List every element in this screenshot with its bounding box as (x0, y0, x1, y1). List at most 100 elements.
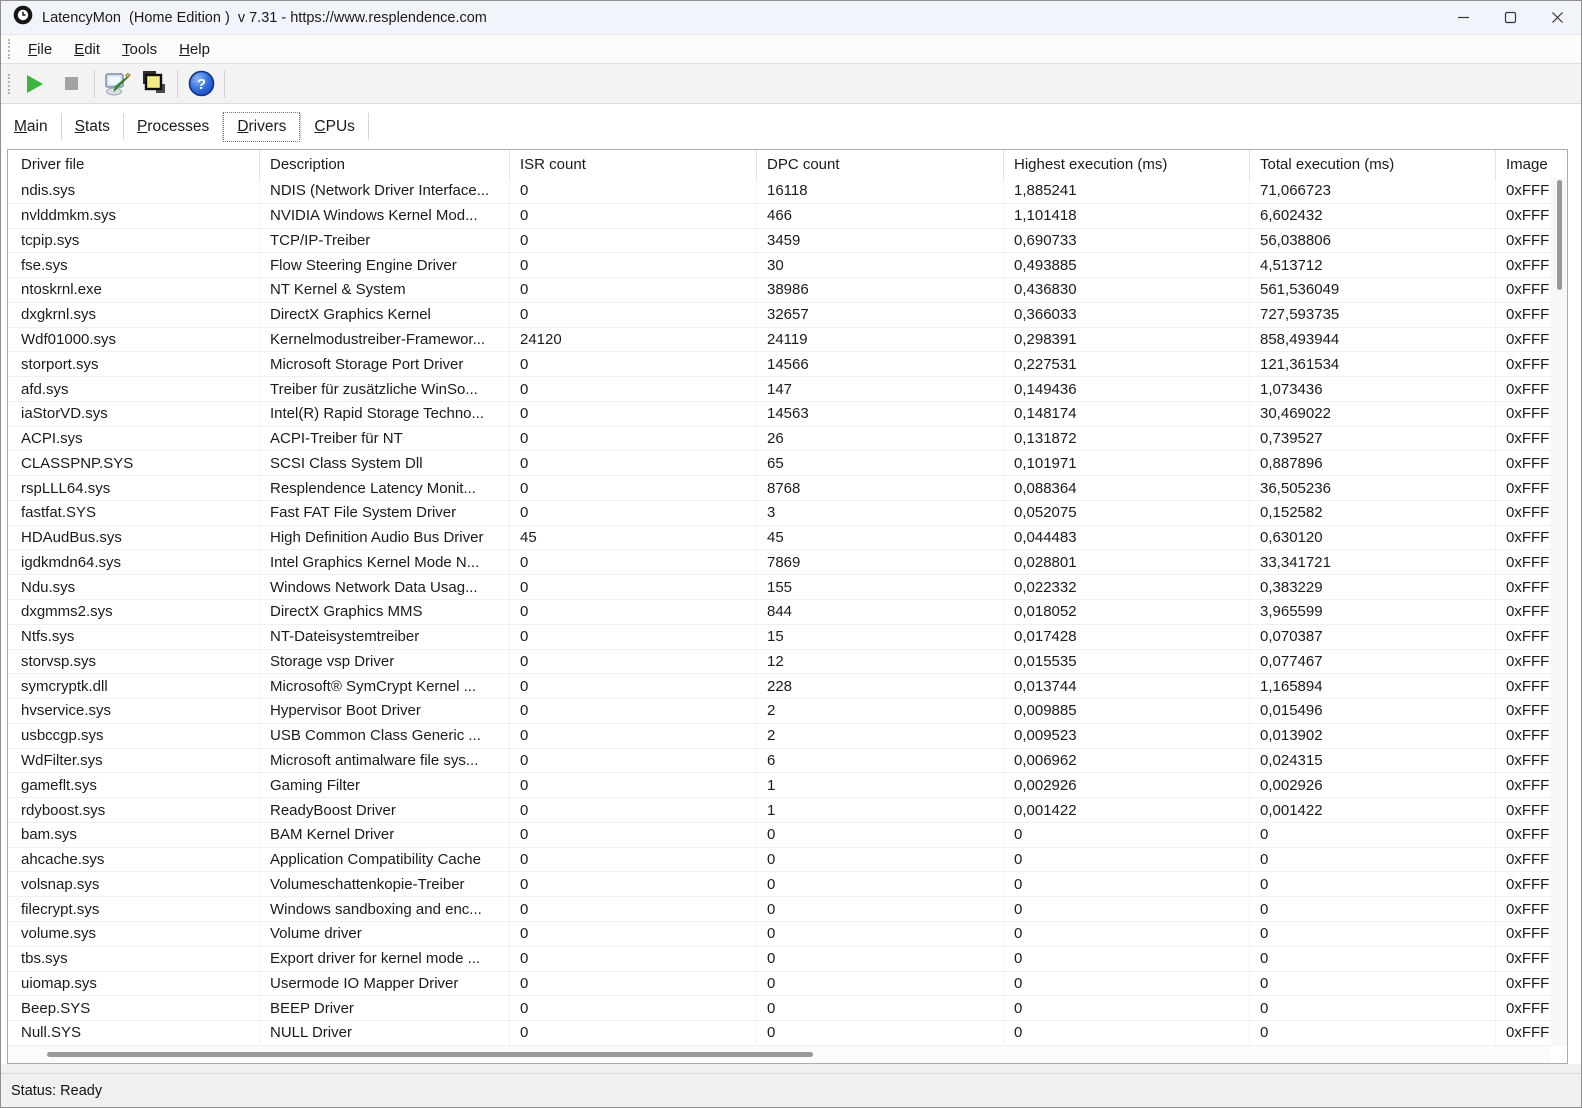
table-row[interactable]: symcryptk.dllMicrosoft® SymCrypt Kernel … (8, 674, 1567, 699)
table-row[interactable]: uiomap.sysUsermode IO Mapper Driver00000… (8, 972, 1567, 997)
table-row[interactable]: Beep.SYSBEEP Driver00000xFFF (8, 996, 1567, 1021)
table-row[interactable]: ntoskrnl.exeNT Kernel & System0389860,43… (8, 278, 1567, 303)
table-cell: 0 (1250, 823, 1496, 847)
table-cell: 0 (510, 724, 757, 748)
table-cell: USB Common Class Generic ... (260, 724, 510, 748)
table-cell: 65 (757, 451, 1004, 475)
table-cell: 0 (510, 501, 757, 525)
table-cell: 1 (757, 773, 1004, 797)
table-cell: ntoskrnl.exe (8, 278, 260, 302)
table-row[interactable]: hvservice.sysHypervisor Boot Driver020,0… (8, 699, 1567, 724)
menu-item-tools[interactable]: Tools (111, 41, 168, 58)
table-row[interactable]: Ndu.sysWindows Network Data Usag...01550… (8, 575, 1567, 600)
copy-report-button[interactable] (136, 68, 172, 100)
table-row[interactable]: bam.sysBAM Kernel Driver00000xFFF (8, 823, 1567, 848)
table-cell: 858,493944 (1250, 328, 1496, 352)
table-row[interactable]: rdyboost.sysReadyBoost Driver010,0014220… (8, 798, 1567, 823)
table-row[interactable]: CLASSPNP.SYSSCSI Class System Dll0650,10… (8, 451, 1567, 476)
column-header[interactable]: Description (260, 150, 510, 179)
table-cell: 0 (510, 699, 757, 723)
tab-cpus[interactable]: CPUs (301, 112, 368, 142)
table-row[interactable]: storvsp.sysStorage vsp Driver0120,015535… (8, 650, 1567, 675)
table-cell: 0 (757, 897, 1004, 921)
table-row[interactable]: storport.sysMicrosoft Storage Port Drive… (8, 352, 1567, 377)
table-row[interactable]: fse.sysFlow Steering Engine Driver0300,4… (8, 253, 1567, 278)
horizontal-scrollbar[interactable] (8, 1046, 1551, 1063)
table-row[interactable]: ahcache.sysApplication Compatibility Cac… (8, 848, 1567, 873)
toolbar-gripper (8, 74, 11, 94)
table-cell: WdFilter.sys (8, 749, 260, 773)
maximize-button[interactable] (1487, 1, 1534, 34)
column-header[interactable]: DPC count (757, 150, 1004, 179)
table-cell: 0,077467 (1250, 650, 1496, 674)
menu-item-edit[interactable]: Edit (63, 41, 111, 58)
table-row[interactable]: volsnap.sysVolumeschattenkopie-Treiber00… (8, 872, 1567, 897)
table-cell: 0,739527 (1250, 427, 1496, 451)
tab-main[interactable]: Main (1, 112, 61, 142)
table-row[interactable]: ndis.sysNDIS (Network Driver Interface..… (8, 179, 1567, 204)
table-cell: 0 (510, 798, 757, 822)
table-row[interactable]: iaStorVD.sysIntel(R) Rapid Storage Techn… (8, 402, 1567, 427)
stop-monitor-button[interactable] (53, 68, 89, 100)
table-row[interactable]: dxgkrnl.sysDirectX Graphics Kernel032657… (8, 303, 1567, 328)
table-cell: 71,066723 (1250, 179, 1496, 203)
column-header[interactable]: Total execution (ms) (1250, 150, 1496, 179)
menu-item-file[interactable]: File (17, 41, 63, 58)
column-header[interactable]: ISR count (510, 150, 757, 179)
table-row[interactable]: afd.sysTreiber für zusätzliche WinSo...0… (8, 377, 1567, 402)
start-monitor-button[interactable] (17, 68, 53, 100)
horizontal-scrollbar-thumb[interactable] (47, 1052, 813, 1057)
table-row[interactable]: igdkmdn64.sysIntel Graphics Kernel Mode … (8, 550, 1567, 575)
title-bar: LatencyMon (Home Edition ) v 7.31 - http… (1, 1, 1581, 34)
table-row[interactable]: Ntfs.sysNT-Dateisystemtreiber0150,017428… (8, 625, 1567, 650)
toolbar-gripper (8, 39, 11, 59)
table-cell: iaStorVD.sys (8, 402, 260, 426)
vertical-scrollbar-thumb[interactable] (1557, 180, 1562, 290)
table-row[interactable]: Null.SYSNULL Driver00000xFFF (8, 1021, 1567, 1046)
table-cell: 0,227531 (1004, 352, 1250, 376)
latencymon-window: LatencyMon (Home Edition ) v 7.31 - http… (0, 0, 1582, 1108)
vertical-scrollbar[interactable] (1551, 178, 1567, 1046)
tab-drivers[interactable]: Drivers (223, 112, 300, 142)
table-cell: 0,887896 (1250, 451, 1496, 475)
tab-separator (368, 113, 369, 140)
table-row[interactable]: dxgmms2.sysDirectX Graphics MMS08440,018… (8, 600, 1567, 625)
table-row[interactable]: filecrypt.sysWindows sandboxing and enc.… (8, 897, 1567, 922)
table-row[interactable]: volume.sysVolume driver00000xFFF (8, 922, 1567, 947)
table-cell: 0 (510, 278, 757, 302)
table-cell: Microsoft antimalware file sys... (260, 749, 510, 773)
table-cell: 155 (757, 575, 1004, 599)
table-row[interactable]: tbs.sysExport driver for kernel mode ...… (8, 947, 1567, 972)
minimize-button[interactable] (1440, 1, 1487, 34)
tab-processes[interactable]: Processes (124, 112, 222, 142)
table-cell: 30,469022 (1250, 402, 1496, 426)
help-button[interactable]: ? (183, 68, 219, 100)
table-row[interactable]: Wdf01000.sysKernelmodustreiber-Framewor.… (8, 328, 1567, 353)
table-cell: 0 (1004, 823, 1250, 847)
table-row[interactable]: rspLLL64.sysResplendence Latency Monit..… (8, 476, 1567, 501)
table-row[interactable]: WdFilter.sysMicrosoft antimalware file s… (8, 749, 1567, 774)
table-cell: 0 (510, 204, 757, 228)
table-cell: 727,593735 (1250, 303, 1496, 327)
table-cell: 1,101418 (1004, 204, 1250, 228)
table-cell: storvsp.sys (8, 650, 260, 674)
table-row[interactable]: fastfat.SYSFast FAT File System Driver03… (8, 501, 1567, 526)
table-cell: Windows Network Data Usag... (260, 575, 510, 599)
menu-item-help[interactable]: Help (168, 41, 221, 58)
table-row[interactable]: usbccgp.sysUSB Common Class Generic ...0… (8, 724, 1567, 749)
table-row[interactable]: nvlddmkm.sysNVIDIA Windows Kernel Mod...… (8, 204, 1567, 229)
table-row[interactable]: ACPI.sysACPI-Treiber für NT0260,1318720,… (8, 427, 1567, 452)
table-cell: HDAudBus.sys (8, 526, 260, 550)
table-cell: 0 (757, 823, 1004, 847)
column-header[interactable]: Highest execution (ms) (1004, 150, 1250, 179)
table-cell: 0,022332 (1004, 575, 1250, 599)
table-row[interactable]: gameflt.sysGaming Filter010,0029260,0029… (8, 773, 1567, 798)
column-header[interactable]: Driver file (8, 150, 260, 179)
options-button[interactable] (100, 68, 136, 100)
table-row[interactable]: HDAudBus.sysHigh Definition Audio Bus Dr… (8, 526, 1567, 551)
close-button[interactable] (1534, 1, 1581, 34)
table-cell: 0 (757, 1021, 1004, 1045)
table-row[interactable]: tcpip.sysTCP/IP-Treiber034590,69073356,0… (8, 229, 1567, 254)
tab-stats[interactable]: Stats (62, 112, 123, 142)
column-header[interactable]: Image (1496, 150, 1567, 179)
